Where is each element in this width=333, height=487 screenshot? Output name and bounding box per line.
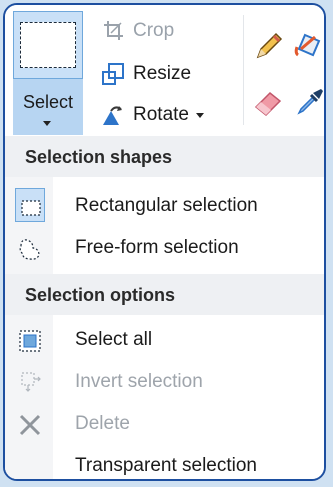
rectangular-selection-label: Rectangular selection <box>75 195 258 216</box>
crop-icon <box>104 21 123 40</box>
free-form-selection-item[interactable]: Free-form selection <box>5 227 324 269</box>
delete-label: Delete <box>75 413 130 434</box>
free-form-selection-icon <box>19 239 40 260</box>
eraser-icon[interactable] <box>252 85 286 119</box>
section-header-selection-shapes: Selection shapes <box>5 136 324 177</box>
resize-label: Resize <box>133 63 192 84</box>
invert-selection-item[interactable]: Invert selection <box>5 361 324 403</box>
delete-icon <box>19 414 41 436</box>
transparent-selection-label: Transparent selection <box>75 455 258 476</box>
rectangular-selection-item[interactable]: Rectangular selection <box>5 185 324 227</box>
color-picker-icon[interactable] <box>293 85 326 119</box>
select-all-item[interactable]: Select all <box>5 319 324 361</box>
rotate-icon <box>103 106 122 125</box>
chevron-down-icon <box>43 121 51 126</box>
ribbon-image-group: Select Crop Resize Rotate <box>5 5 324 135</box>
free-form-selection-label: Free-form selection <box>75 237 239 258</box>
delete-item[interactable]: Delete <box>5 403 324 445</box>
crop-label: Crop <box>133 20 175 41</box>
resize-button[interactable]: Resize <box>101 62 191 86</box>
select-dropdown-toggle[interactable]: Select <box>13 78 83 135</box>
crop-button[interactable]: Crop <box>101 19 174 43</box>
select-button[interactable]: Select <box>13 11 83 135</box>
pencil-icon[interactable] <box>252 29 286 63</box>
ribbon-divider <box>243 15 244 125</box>
transparent-selection-item[interactable]: Transparent selection <box>5 445 324 479</box>
select-all-icon <box>19 330 41 352</box>
select-label: Select <box>22 92 74 112</box>
rotate-label: Rotate <box>133 104 189 125</box>
fill-bucket-icon[interactable] <box>293 27 326 61</box>
chevron-down-icon <box>195 112 204 118</box>
rectangle-selection-icon <box>21 200 41 216</box>
invert-selection-icon <box>21 372 41 392</box>
invert-selection-label: Invert selection <box>75 371 203 392</box>
selection-dropdown-menu: Selection shapes Rectangular selection F… <box>5 136 324 479</box>
resize-icon <box>102 63 124 85</box>
rectangle-selection-icon <box>20 22 76 68</box>
paint-select-dropdown-window: Select Crop Resize Rotate Selection shap… <box>3 3 326 481</box>
section-header-selection-options: Selection options <box>5 274 324 315</box>
select-all-label: Select all <box>75 329 153 350</box>
rotate-button[interactable]: Rotate <box>101 103 204 127</box>
